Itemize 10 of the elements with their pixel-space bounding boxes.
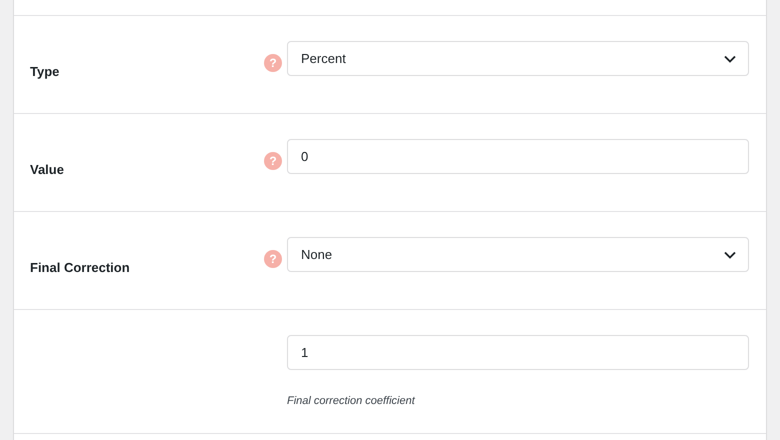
chevron-down-icon (724, 250, 736, 258)
field-label: Type (30, 64, 60, 79)
chevron-down-icon (724, 54, 736, 62)
field-description: Final correction coefficient (287, 395, 415, 407)
field-label: Final Correction (30, 260, 130, 275)
select-dropdown[interactable]: Percent (287, 41, 749, 76)
input-field[interactable]: 1 (287, 335, 749, 370)
select-dropdown[interactable]: None (287, 237, 749, 272)
field-label: Value (30, 162, 64, 177)
input-field[interactable]: 0 (287, 139, 749, 174)
